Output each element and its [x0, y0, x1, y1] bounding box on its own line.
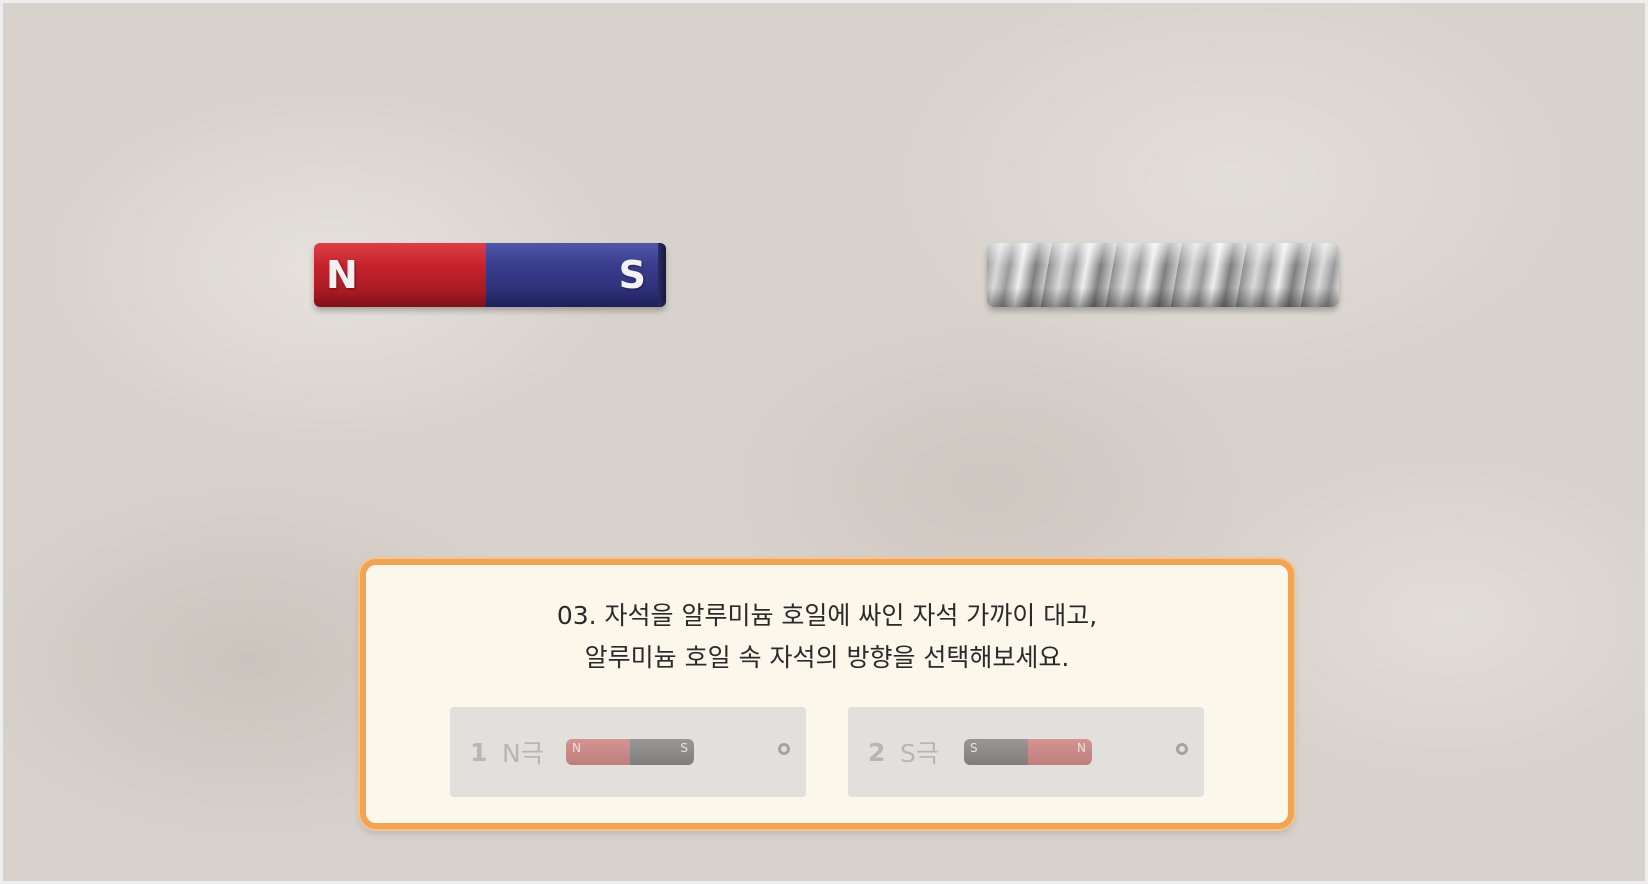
question-panel: 03. 자석을 알루미늄 호일에 싸인 자석 가까이 대고, 알루미늄 호일 속… — [360, 559, 1294, 829]
magnet-red-right-icon: S N — [964, 739, 1092, 765]
radio-button[interactable] — [778, 743, 790, 755]
option-label: N극 — [502, 739, 544, 768]
south-pole: S — [486, 243, 666, 307]
option-label: S극 — [900, 739, 939, 768]
option-north[interactable]: 1 N극 N S — [450, 707, 806, 797]
south-pole-label: S — [618, 253, 646, 297]
radio-button[interactable] — [1176, 743, 1188, 755]
magnet-end-cap — [658, 243, 666, 307]
question-line-2: 알루미늄 호일 속 자석의 방향을 선택해보세요. — [584, 643, 1070, 672]
foil-wrapped-magnet — [987, 243, 1339, 307]
option-south[interactable]: 2 S극 S N — [848, 707, 1204, 797]
option-number: 2 — [868, 737, 886, 767]
magnet-red-left-icon: N S — [566, 739, 694, 765]
simulation-stage: N S 03. 자석을 알루미늄 호일에 싸인 자석 가까이 대고, 알루미늄 … — [0, 0, 1648, 884]
bar-magnet[interactable]: N S — [314, 243, 666, 307]
option-number: 1 — [470, 737, 488, 767]
question-text: 03. 자석을 알루미늄 호일에 싸인 자석 가까이 대고, 알루미늄 호일 속… — [366, 595, 1288, 679]
question-line-1: 03. 자석을 알루미늄 호일에 싸인 자석 가까이 대고, — [556, 601, 1098, 630]
north-pole: N — [314, 243, 486, 307]
north-pole-label: N — [326, 253, 358, 297]
